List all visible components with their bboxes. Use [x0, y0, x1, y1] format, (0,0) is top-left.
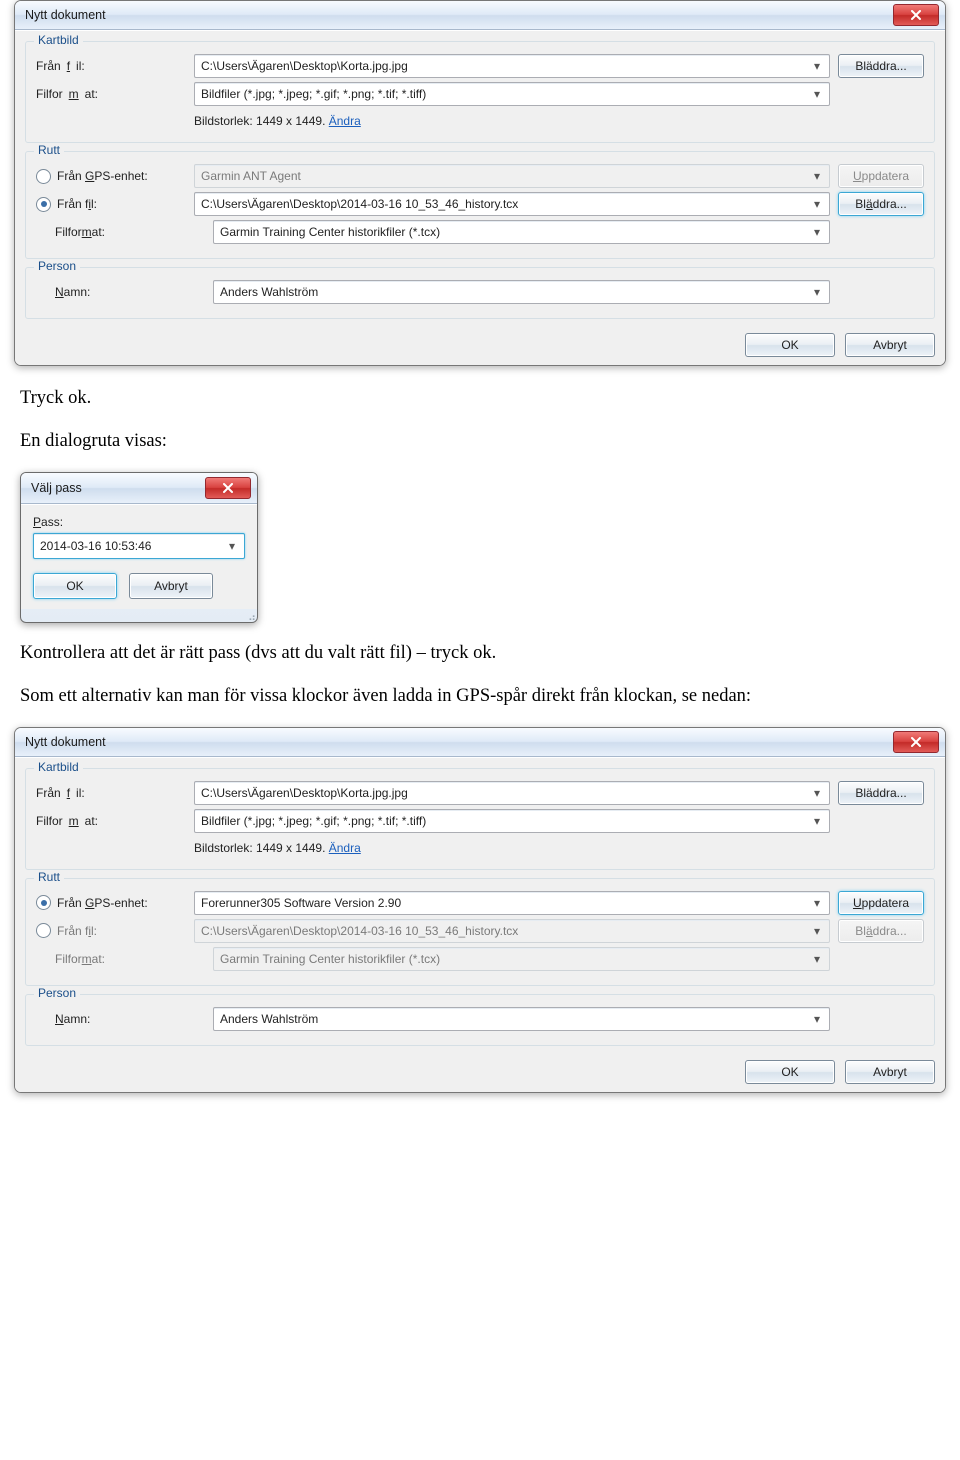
andra-link[interactable]: Ändra [329, 114, 361, 128]
ok-button[interactable]: OK [745, 1060, 835, 1084]
resize-grip-icon[interactable]: ⣠ [21, 609, 257, 622]
kartbild-format-combo[interactable]: Bildfiler (*.jpg; *.jpeg; *.gif; *.png; … [194, 82, 830, 106]
radio-gps[interactable] [36, 169, 51, 184]
rutt-format-combo[interactable]: Garmin Training Center historikfiler (*.… [213, 220, 830, 244]
close-icon [911, 10, 921, 20]
bildstorlek-text: Bildstorlek: 1449 x 1449. Ändra [194, 114, 830, 128]
chevron-down-icon: ▾ [809, 1012, 825, 1026]
legend-kartbild: Kartbild [34, 33, 83, 47]
chevron-down-icon: ▾ [809, 786, 825, 800]
radio-gps[interactable] [36, 895, 51, 910]
uppdatera-button: Uppdatera [838, 164, 924, 188]
pass-combo[interactable]: 2014-03-16 10:53:46 ▾ [33, 533, 245, 559]
window-title: Välj pass [31, 481, 82, 495]
label-fran-fil: Från fil: [36, 786, 186, 800]
prose-dialogruta-visas: En dialogruta visas: [20, 429, 940, 454]
close-icon [223, 483, 233, 493]
chevron-down-icon: ▾ [809, 814, 825, 828]
label-fran-fil: Från fil: [36, 59, 186, 73]
window-title: Nytt dokument [25, 735, 106, 749]
chevron-down-icon: ▾ [809, 952, 825, 966]
label-namn: Namn: [36, 285, 205, 299]
close-button[interactable] [893, 731, 939, 753]
titlebar: Nytt dokument [15, 1, 945, 30]
titlebar: Välj pass [21, 473, 257, 504]
close-button[interactable] [893, 4, 939, 26]
label-filformat: Filformat: [36, 814, 186, 828]
close-button[interactable] [205, 477, 251, 499]
legend-person: Person [34, 986, 80, 1000]
chevron-down-icon: ▾ [809, 87, 825, 101]
group-kartbild: Kartbild Från fil: C:\Users\Ägaren\Deskt… [25, 768, 935, 870]
group-kartbild: Kartbild Från fil: C:\Users\Ägaren\Deskt… [25, 41, 935, 143]
uppdatera-button[interactable]: Uppdatera [838, 891, 924, 915]
titlebar: Nytt dokument [15, 728, 945, 757]
dialog-valj-pass: Välj pass Pass: 2014-03-16 10:53:46 ▾ OK… [20, 472, 258, 623]
dialog-nytt-dokument-2: Nytt dokument Kartbild Från fil: C:\User… [14, 727, 946, 1093]
legend-rutt: Rutt [34, 143, 64, 157]
avbryt-button[interactable]: Avbryt [845, 333, 935, 357]
chevron-down-icon: ▾ [224, 539, 240, 553]
chevron-down-icon: ▾ [809, 59, 825, 73]
label-gps-enhet: Från GPS-enhet: [36, 169, 186, 184]
legend-rutt: Rutt [34, 870, 64, 884]
label-rutt-fran-fil: Från fil: [36, 923, 186, 938]
dialog-nytt-dokument-1: Nytt dokument Kartbild Från fil: C:\User… [14, 0, 946, 366]
label-filformat: Filformat: [36, 87, 186, 101]
namn-combo[interactable]: Anders Wahlström ▾ [213, 280, 830, 304]
avbryt-button[interactable]: Avbryt [129, 573, 213, 599]
legend-kartbild: Kartbild [34, 760, 83, 774]
legend-person: Person [34, 259, 80, 273]
kartbild-file-combo[interactable]: C:\Users\Ägaren\Desktop\Korta.jpg.jpg ▾ [194, 54, 830, 78]
chevron-down-icon: ▾ [809, 924, 825, 938]
label-pass: Pass: [33, 515, 245, 529]
label-rutt-filformat: Filformat: [36, 952, 205, 966]
window-title: Nytt dokument [25, 8, 106, 22]
ok-button[interactable]: OK [745, 333, 835, 357]
close-icon [911, 737, 921, 747]
group-rutt: Rutt Från GPS-enhet: Forerunner305 Softw… [25, 878, 935, 986]
label-namn: Namn: [36, 1012, 205, 1026]
chevron-down-icon: ▾ [809, 169, 825, 183]
radio-fil[interactable] [36, 197, 51, 212]
rutt-file-combo[interactable]: C:\Users\Ägaren\Desktop\2014-03-16 10_53… [194, 192, 830, 216]
prose-alternativ: Som ett alternativ kan man för vissa klo… [20, 684, 940, 709]
group-person: Person Namn: Anders Wahlström ▾ [25, 267, 935, 319]
group-person: Person Namn: Anders Wahlström ▾ [25, 994, 935, 1046]
rutt-format-combo: Garmin Training Center historikfiler (*.… [213, 947, 830, 971]
label-rutt-filformat: Filformat: [36, 225, 205, 239]
namn-combo[interactable]: Anders Wahlström ▾ [213, 1007, 830, 1031]
label-rutt-fran-fil: Från fil: [36, 197, 186, 212]
prose-kontrollera: Kontrollera att det är rätt pass (dvs at… [20, 641, 940, 666]
avbryt-button[interactable]: Avbryt [845, 1060, 935, 1084]
group-rutt: Rutt Från GPS-enhet: Garmin ANT Agent ▾ … [25, 151, 935, 259]
prose-tryck-ok: Tryck ok. [20, 386, 940, 411]
chevron-down-icon: ▾ [809, 197, 825, 211]
kartbild-format-combo[interactable]: Bildfiler (*.jpg; *.jpeg; *.gif; *.png; … [194, 809, 830, 833]
kartbild-file-combo[interactable]: C:\Users\Ägaren\Desktop\Korta.jpg.jpg ▾ [194, 781, 830, 805]
browse-rutt-button: Bläddra... [838, 919, 924, 943]
label-gps-enhet: Från GPS-enhet: [36, 895, 186, 910]
chevron-down-icon: ▾ [809, 896, 825, 910]
gps-device-combo[interactable]: Garmin ANT Agent ▾ [194, 164, 830, 188]
browse-kartbild-button[interactable]: Bläddra... [838, 54, 924, 78]
browse-kartbild-button[interactable]: Bläddra... [838, 781, 924, 805]
bildstorlek-text: Bildstorlek: 1449 x 1449. Ändra [194, 841, 830, 855]
chevron-down-icon: ▾ [809, 225, 825, 239]
gps-device-combo[interactable]: Forerunner305 Software Version 2.90 ▾ [194, 891, 830, 915]
rutt-file-combo: C:\Users\Ägaren\Desktop\2014-03-16 10_53… [194, 919, 830, 943]
andra-link[interactable]: Ändra [329, 841, 361, 855]
radio-fil[interactable] [36, 923, 51, 938]
ok-button[interactable]: OK [33, 573, 117, 599]
browse-rutt-button[interactable]: Bläddra... [838, 192, 924, 216]
chevron-down-icon: ▾ [809, 285, 825, 299]
